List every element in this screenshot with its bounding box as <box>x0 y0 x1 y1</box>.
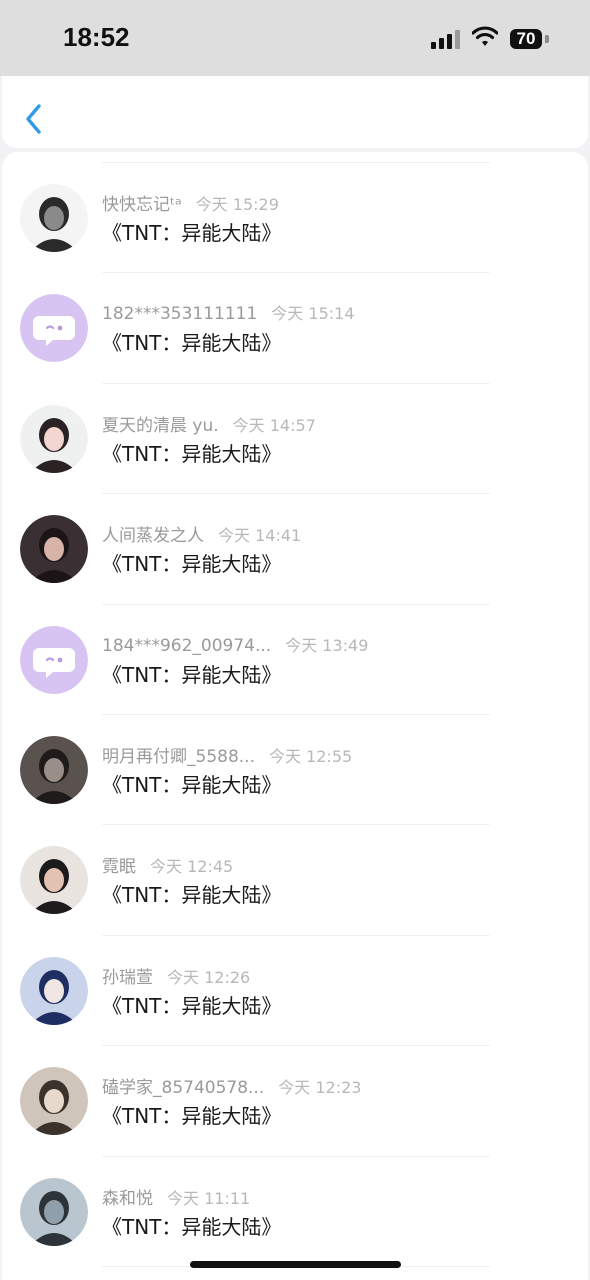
comment-username[interactable]: 森和悦 <box>102 1189 153 1209</box>
comment-time: 今天 12:26 <box>167 967 251 987</box>
comment-meta: 霓眠 今天 12:45 <box>102 852 234 877</box>
comment-row[interactable]: 快快忘记ᵗᵃ 今天 15:29 《TNT：异能大陆》 <box>2 163 588 273</box>
comment-username[interactable]: 182***353111111 <box>102 304 257 324</box>
comment-meta: 夏天的清晨 yu. 今天 14:57 <box>102 411 316 436</box>
comment-meta: 明月再付卿_5588... 今天 12:55 <box>102 742 353 767</box>
comment-meta: 孙瑞萱 今天 12:26 <box>102 963 251 988</box>
comment-row[interactable]: 孙瑞萱 今天 12:26 《TNT：异能大陆》 <box>2 936 588 1046</box>
comment-work-title[interactable]: 《TNT：异能大陆》 <box>102 438 281 467</box>
signal-icon <box>431 30 460 49</box>
comment-work-title[interactable]: 《TNT：异能大陆》 <box>102 1100 281 1129</box>
comment-row[interactable]: 人间蒸发之人 今天 14:41 《TNT：异能大陆》 <box>2 494 588 604</box>
comment-work-title[interactable]: 《TNT：异能大陆》 <box>102 548 281 577</box>
dark-anime-avatar[interactable] <box>20 515 88 584</box>
photo-avatar[interactable] <box>20 846 88 915</box>
home-indicator <box>190 1261 401 1268</box>
status-time: 18:52 <box>63 22 130 52</box>
comment-row[interactable]: 182***353111111 今天 15:14 《TNT：异能大陆》 <box>2 273 588 383</box>
comment-list: 快快忘记ᵗᵃ 今天 15:29 《TNT：异能大陆》 182***353111111 今… <box>2 152 588 1280</box>
comment-row[interactable]: 184***962_00974... 今天 13:49 《TNT：异能大陆》 <box>2 605 588 715</box>
comment-work-title[interactable]: 《TNT：异能大陆》 <box>102 1211 281 1240</box>
comment-row[interactable]: 霓眠 今天 12:45 《TNT：异能大陆》 <box>2 825 588 935</box>
comment-time: 今天 11:11 <box>167 1188 251 1208</box>
comment-time: 今天 15:29 <box>195 195 279 214</box>
back-chevron-icon[interactable] <box>20 102 50 136</box>
comment-username[interactable]: 快快忘记ᵗᵃ <box>102 195 182 215</box>
silhouette-avatar[interactable] <box>20 1177 88 1246</box>
comment-row[interactable]: 明月再付卿_5588... 今天 12:55 《TNT：异能大陆》 <box>2 715 588 825</box>
comment-meta: 人间蒸发之人 今天 14:41 <box>102 521 302 546</box>
comment-meta: 森和悦 今天 11:11 <box>102 1184 251 1209</box>
comment-meta: 184***962_00974... 今天 13:49 <box>102 632 368 656</box>
photo-avatar[interactable] <box>20 1067 88 1136</box>
photo-avatar[interactable] <box>20 956 88 1025</box>
comment-username[interactable]: 夏天的清晨 yu. <box>102 416 219 436</box>
comment-work-title[interactable]: 《TNT：异能大陆》 <box>102 659 281 688</box>
comment-meta: 182***353111111 今天 15:14 <box>102 300 355 324</box>
comment-username[interactable]: 人间蒸发之人 <box>102 526 204 546</box>
comment-meta: 快快忘记ᵗᵃ 今天 15:29 <box>102 190 279 215</box>
comment-work-title[interactable]: 《TNT：异能大陆》 <box>102 990 281 1019</box>
comment-work-title[interactable]: 《TNT：异能大陆》 <box>102 769 281 798</box>
comment-username[interactable]: 明月再付卿_5588... <box>102 747 255 767</box>
default-chat-avatar[interactable] <box>20 294 88 363</box>
comment-time: 今天 14:57 <box>232 415 316 435</box>
comment-time: 今天 13:49 <box>285 635 369 655</box>
anime-sketch-avatar[interactable] <box>20 184 88 252</box>
nav-header <box>2 76 588 148</box>
anime-girl-avatar[interactable] <box>20 404 88 473</box>
comment-row[interactable]: 森和悦 今天 11:11 《TNT：异能大陆》 <box>2 1157 588 1267</box>
comment-work-title[interactable]: 《TNT：异能大陆》 <box>102 327 281 356</box>
comment-time: 今天 12:45 <box>150 857 234 877</box>
comment-username[interactable]: 磕学家_85740578... <box>102 1078 264 1098</box>
comment-time: 今天 12:55 <box>268 747 353 766</box>
comment-time: 今天 14:41 <box>218 526 302 546</box>
comment-time: 今天 12:23 <box>278 1078 362 1098</box>
comment-row[interactable]: 磕学家_85740578... 今天 12:23 《TNT：异能大陆》 <box>2 1046 588 1156</box>
comment-username[interactable]: 孙瑞萱 <box>102 968 153 988</box>
wifi-icon <box>472 26 498 46</box>
default-chat-avatar[interactable] <box>20 625 88 694</box>
comment-row[interactable]: 夏天的清晨 yu. 今天 14:57 《TNT：异能大陆》 <box>2 384 588 494</box>
comment-time: 今天 15:14 <box>271 304 355 324</box>
comment-meta: 磕学家_85740578... 今天 12:23 <box>102 1073 362 1098</box>
comment-username[interactable]: 184***962_00974... <box>102 636 271 656</box>
comment-work-title[interactable]: 《TNT：异能大陆》 <box>102 217 281 246</box>
comment-username[interactable]: 霓眠 <box>102 857 136 877</box>
status-bar: 18:52 70 <box>0 0 590 76</box>
photo-avatar[interactable] <box>20 736 88 804</box>
comment-work-title[interactable]: 《TNT：异能大陆》 <box>102 879 281 908</box>
battery-cap <box>545 35 549 43</box>
battery-indicator: 70 <box>510 29 542 49</box>
